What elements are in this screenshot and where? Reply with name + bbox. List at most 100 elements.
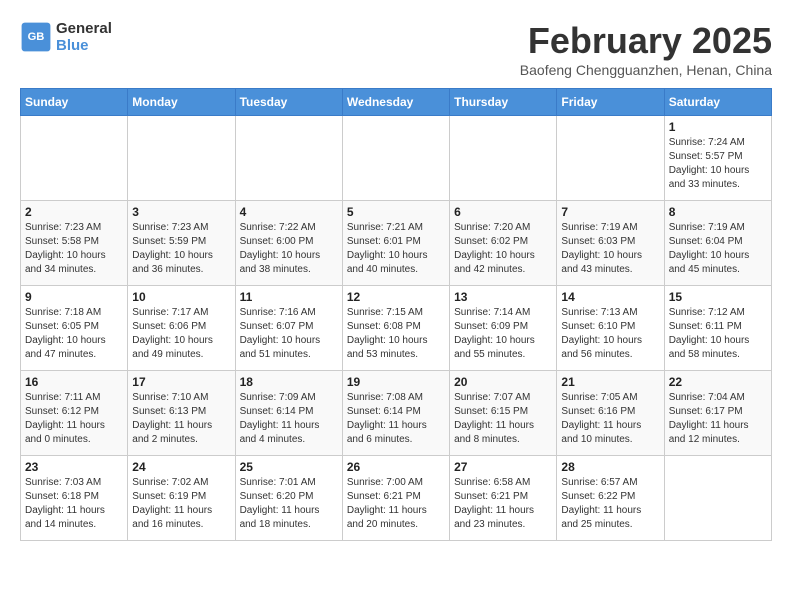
day-info: Sunrise: 7:07 AM Sunset: 6:15 PM Dayligh… [454,391,552,447]
day-of-week-header: Thursday [450,89,557,116]
calendar-week-row: 16 Sunrise: 7:11 AM Sunset: 6:12 PM Dayli… [21,371,772,456]
day-number: 23 [25,460,123,474]
day-info: Sunrise: 6:58 AM Sunset: 6:21 PM Dayligh… [454,476,552,532]
day-number: 14 [561,290,659,304]
calendar-cell: 23 Sunrise: 7:03 AM Sunset: 6:18 PM Dayli… [21,456,128,541]
calendar-cell: 17Sunrise: 7:10 AM Sunset: 6:13 PM Dayli… [128,371,235,456]
day-number: 13 [454,290,552,304]
day-number: 3 [132,205,230,219]
title-block: February 2025 Baofeng Chengguanzhen, Hen… [520,20,772,78]
day-of-week-header: Monday [128,89,235,116]
calendar-cell: 5 Sunrise: 7:21 AM Sunset: 6:01 PM Daylig… [342,201,449,286]
day-number: 27 [454,460,552,474]
day-number: 7 [561,205,659,219]
calendar-cell [235,116,342,201]
day-info: Sunrise: 7:23 AM Sunset: 5:58 PM Dayligh… [25,221,123,277]
day-info: Sunrise: 7:23 AM Sunset: 5:59 PM Dayligh… [132,221,230,277]
logo-blue: Blue [56,37,112,54]
day-number: 28 [561,460,659,474]
calendar-cell: 7Sunrise: 7:19 AM Sunset: 6:03 PM Daylig… [557,201,664,286]
day-info: Sunrise: 7:13 AM Sunset: 6:10 PM Dayligh… [561,306,659,362]
calendar-body: 1 Sunrise: 7:24 AM Sunset: 5:57 PM Daylig… [21,116,772,541]
calendar-table: SundayMondayTuesdayWednesdayThursdayFrid… [20,88,772,541]
calendar-cell: 4 Sunrise: 7:22 AM Sunset: 6:00 PM Daylig… [235,201,342,286]
day-info: Sunrise: 7:21 AM Sunset: 6:01 PM Dayligh… [347,221,445,277]
calendar-week-row: 1 Sunrise: 7:24 AM Sunset: 5:57 PM Daylig… [21,116,772,201]
page-header: GB General Blue February 2025 Baofeng Ch… [20,20,772,78]
calendar-cell: 11Sunrise: 7:16 AM Sunset: 6:07 PM Dayli… [235,286,342,371]
day-of-week-header: Wednesday [342,89,449,116]
day-number: 6 [454,205,552,219]
day-number: 10 [132,290,230,304]
day-info: Sunrise: 7:03 AM Sunset: 6:18 PM Dayligh… [25,476,123,532]
calendar-cell: 22 Sunrise: 7:04 AM Sunset: 6:17 PM Dayli… [664,371,771,456]
day-info: Sunrise: 7:22 AM Sunset: 6:00 PM Dayligh… [240,221,338,277]
day-info: Sunrise: 7:10 AM Sunset: 6:13 PM Dayligh… [132,391,230,447]
day-of-week-header: Friday [557,89,664,116]
calendar-cell [664,456,771,541]
day-of-week-header: Saturday [664,89,771,116]
day-info: Sunrise: 7:20 AM Sunset: 6:02 PM Dayligh… [454,221,552,277]
day-number: 22 [669,375,767,389]
calendar-cell: 25 Sunrise: 7:01 AM Sunset: 6:20 PM Dayli… [235,456,342,541]
day-number: 11 [240,290,338,304]
calendar-week-row: 23 Sunrise: 7:03 AM Sunset: 6:18 PM Dayli… [21,456,772,541]
calendar-cell: 26Sunrise: 7:00 AM Sunset: 6:21 PM Dayli… [342,456,449,541]
calendar-cell: 18 Sunrise: 7:09 AM Sunset: 6:14 PM Dayli… [235,371,342,456]
calendar-cell [557,116,664,201]
day-number: 21 [561,375,659,389]
calendar-cell: 12Sunrise: 7:15 AM Sunset: 6:08 PM Dayli… [342,286,449,371]
day-info: Sunrise: 7:19 AM Sunset: 6:04 PM Dayligh… [669,221,767,277]
day-number: 2 [25,205,123,219]
day-info: Sunrise: 7:04 AM Sunset: 6:17 PM Dayligh… [669,391,767,447]
day-number: 4 [240,205,338,219]
calendar-cell: 6 Sunrise: 7:20 AM Sunset: 6:02 PM Daylig… [450,201,557,286]
calendar-cell: 24 Sunrise: 7:02 AM Sunset: 6:19 PM Dayli… [128,456,235,541]
svg-text:GB: GB [28,31,45,43]
logo-general: General [56,20,112,37]
calendar-cell: 19 Sunrise: 7:08 AM Sunset: 6:14 PM Dayli… [342,371,449,456]
calendar-cell: 16 Sunrise: 7:11 AM Sunset: 6:12 PM Dayli… [21,371,128,456]
calendar-cell: 28 Sunrise: 6:57 AM Sunset: 6:22 PM Dayli… [557,456,664,541]
logo-icon: GB [20,21,52,53]
day-info: Sunrise: 7:24 AM Sunset: 5:57 PM Dayligh… [669,136,767,192]
day-info: Sunrise: 7:11 AM Sunset: 6:12 PM Dayligh… [25,391,123,447]
calendar-cell: 1 Sunrise: 7:24 AM Sunset: 5:57 PM Daylig… [664,116,771,201]
day-info: Sunrise: 7:08 AM Sunset: 6:14 PM Dayligh… [347,391,445,447]
calendar-cell: 10Sunrise: 7:17 AM Sunset: 6:06 PM Dayli… [128,286,235,371]
calendar-cell [21,116,128,201]
calendar-cell: 8 Sunrise: 7:19 AM Sunset: 6:04 PM Daylig… [664,201,771,286]
calendar-cell: 2 Sunrise: 7:23 AM Sunset: 5:58 PM Daylig… [21,201,128,286]
calendar-cell: 13 Sunrise: 7:14 AM Sunset: 6:09 PM Dayli… [450,286,557,371]
calendar-header-row: SundayMondayTuesdayWednesdayThursdayFrid… [21,89,772,116]
day-number: 25 [240,460,338,474]
day-number: 1 [669,120,767,134]
day-info: Sunrise: 6:57 AM Sunset: 6:22 PM Dayligh… [561,476,659,532]
calendar-cell: 3 Sunrise: 7:23 AM Sunset: 5:59 PM Daylig… [128,201,235,286]
day-number: 24 [132,460,230,474]
day-info: Sunrise: 7:01 AM Sunset: 6:20 PM Dayligh… [240,476,338,532]
day-number: 8 [669,205,767,219]
day-info: Sunrise: 7:12 AM Sunset: 6:11 PM Dayligh… [669,306,767,362]
day-number: 5 [347,205,445,219]
day-number: 16 [25,375,123,389]
day-number: 26 [347,460,445,474]
day-info: Sunrise: 7:02 AM Sunset: 6:19 PM Dayligh… [132,476,230,532]
day-of-week-header: Sunday [21,89,128,116]
day-info: Sunrise: 7:15 AM Sunset: 6:08 PM Dayligh… [347,306,445,362]
calendar-cell: 15Sunrise: 7:12 AM Sunset: 6:11 PM Dayli… [664,286,771,371]
day-number: 20 [454,375,552,389]
day-info: Sunrise: 7:09 AM Sunset: 6:14 PM Dayligh… [240,391,338,447]
calendar-cell: 27 Sunrise: 6:58 AM Sunset: 6:21 PM Dayli… [450,456,557,541]
calendar-cell: 9Sunrise: 7:18 AM Sunset: 6:05 PM Daylig… [21,286,128,371]
calendar-cell: 21Sunrise: 7:05 AM Sunset: 6:16 PM Dayli… [557,371,664,456]
day-info: Sunrise: 7:14 AM Sunset: 6:09 PM Dayligh… [454,306,552,362]
location-title: Baofeng Chengguanzhen, Henan, China [520,62,772,78]
calendar-week-row: 2 Sunrise: 7:23 AM Sunset: 5:58 PM Daylig… [21,201,772,286]
month-title: February 2025 [520,20,772,62]
day-number: 18 [240,375,338,389]
day-number: 19 [347,375,445,389]
calendar-week-row: 9Sunrise: 7:18 AM Sunset: 6:05 PM Daylig… [21,286,772,371]
day-number: 9 [25,290,123,304]
calendar-cell [342,116,449,201]
